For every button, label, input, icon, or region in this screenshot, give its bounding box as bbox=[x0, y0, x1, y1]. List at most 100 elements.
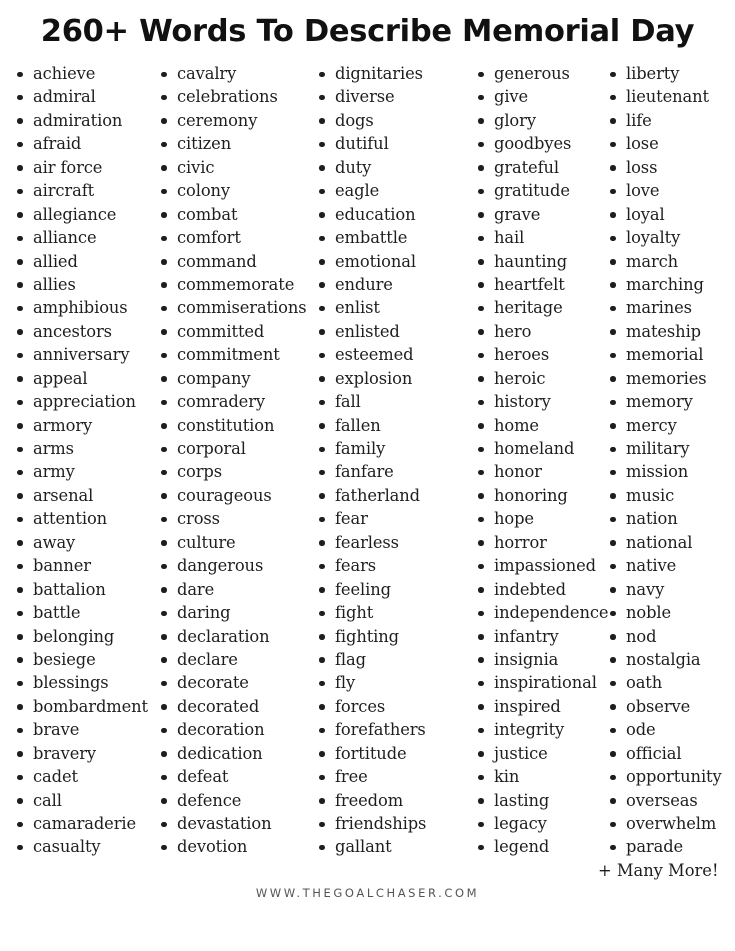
bullet-icon bbox=[17, 352, 23, 359]
word-text: justice bbox=[494, 743, 548, 763]
word-list-item: forces bbox=[319, 695, 426, 718]
bullet-icon bbox=[478, 118, 484, 124]
word-text: celebrations bbox=[177, 87, 278, 107]
word-text: heritage bbox=[494, 298, 563, 318]
word-list-item: fear bbox=[319, 507, 426, 530]
word-list-item: mercy bbox=[610, 414, 722, 437]
word-text: arsenal bbox=[33, 485, 94, 505]
word-list-item: native bbox=[610, 554, 722, 577]
word-list-item: eagle bbox=[319, 179, 426, 202]
word-text: observe bbox=[626, 696, 691, 716]
word-text: besiege bbox=[33, 649, 96, 669]
word-text: dogs bbox=[335, 110, 374, 130]
bullet-icon bbox=[319, 71, 325, 77]
bullet-icon bbox=[319, 282, 325, 288]
word-text: endure bbox=[335, 274, 393, 294]
word-list-item: duty bbox=[319, 156, 426, 179]
word-list-item: honor bbox=[478, 460, 608, 483]
word-list-item: marines bbox=[610, 296, 722, 319]
bullet-icon bbox=[319, 751, 325, 757]
word-text: call bbox=[33, 790, 62, 810]
bullet-icon bbox=[478, 680, 484, 687]
bullet-icon bbox=[161, 751, 167, 757]
bullet-icon bbox=[161, 399, 167, 406]
bullet-icon bbox=[17, 751, 23, 757]
bullet-icon bbox=[610, 165, 616, 171]
bullet-icon bbox=[319, 774, 325, 781]
bullet-icon bbox=[319, 376, 325, 382]
word-list-item: insignia bbox=[478, 648, 608, 671]
word-text: memorial bbox=[626, 345, 704, 365]
bullet-icon bbox=[319, 235, 325, 242]
word-list-item: fears bbox=[319, 554, 426, 577]
word-text: indebted bbox=[494, 579, 566, 599]
bullet-icon bbox=[17, 704, 23, 710]
bullet-icon bbox=[478, 727, 484, 734]
bullet-icon bbox=[478, 704, 484, 710]
bullet-icon bbox=[161, 165, 167, 171]
word-list-item: love bbox=[610, 179, 722, 202]
word-list-item: battle bbox=[17, 601, 148, 624]
bullet-icon bbox=[610, 212, 616, 218]
word-text: infantry bbox=[494, 626, 559, 646]
bullet-icon bbox=[319, 423, 325, 429]
word-list-item: admiral bbox=[17, 85, 148, 108]
bullet-icon bbox=[610, 399, 616, 406]
word-text: achieve bbox=[33, 64, 96, 83]
word-list-item: glory bbox=[478, 109, 608, 132]
bullet-icon bbox=[478, 469, 484, 476]
bullet-icon bbox=[478, 493, 484, 499]
word-list-item: navy bbox=[610, 578, 722, 601]
word-list-item: amphibious bbox=[17, 296, 148, 319]
bullet-icon bbox=[319, 821, 325, 827]
word-text: battle bbox=[33, 603, 81, 623]
word-text: admiral bbox=[33, 87, 96, 107]
word-list-item: combat bbox=[161, 203, 306, 226]
bullet-icon bbox=[17, 774, 23, 781]
bullet-icon bbox=[610, 540, 616, 546]
word-list-item: away bbox=[17, 531, 148, 554]
bullet-icon bbox=[610, 188, 616, 195]
word-list-item: lasting bbox=[478, 789, 608, 812]
word-text: ceremony bbox=[177, 110, 258, 130]
bullet-icon bbox=[610, 141, 616, 148]
word-list-item: parade bbox=[610, 835, 722, 858]
word-text: dare bbox=[177, 579, 215, 599]
word-text: committed bbox=[177, 321, 265, 341]
word-list-item: esteemed bbox=[319, 343, 426, 366]
word-text: national bbox=[626, 532, 693, 552]
bullet-icon bbox=[17, 516, 23, 523]
word-list-item: independence bbox=[478, 601, 608, 624]
word-text: dedication bbox=[177, 743, 263, 763]
bullet-icon bbox=[17, 657, 23, 663]
bullet-icon bbox=[17, 844, 23, 851]
word-text: courageous bbox=[177, 485, 272, 505]
bullet-icon bbox=[161, 680, 167, 687]
word-list-item: heartfelt bbox=[478, 273, 608, 296]
bullet-icon bbox=[17, 329, 23, 335]
bullet-icon bbox=[17, 634, 23, 640]
word-text: appreciation bbox=[33, 392, 136, 412]
word-list-item: diverse bbox=[319, 85, 426, 108]
bullet-icon bbox=[161, 516, 167, 523]
word-list-item: decorated bbox=[161, 695, 306, 718]
word-text: corps bbox=[177, 462, 222, 482]
word-list-item: ode bbox=[610, 718, 722, 741]
word-text: appeal bbox=[33, 368, 88, 388]
bullet-icon bbox=[161, 727, 167, 734]
word-text: marching bbox=[626, 274, 704, 294]
word-list-item: forefathers bbox=[319, 718, 426, 741]
word-list-item: explosion bbox=[319, 367, 426, 390]
bullet-icon bbox=[319, 446, 325, 452]
word-text: fortitude bbox=[335, 743, 407, 763]
bullet-icon bbox=[17, 727, 23, 734]
word-text: declare bbox=[177, 649, 238, 669]
word-list-item: celebrations bbox=[161, 85, 306, 108]
word-list-item: alliance bbox=[17, 226, 148, 249]
word-text: embattle bbox=[335, 228, 408, 248]
word-list-item: declare bbox=[161, 648, 306, 671]
word-text: duty bbox=[335, 157, 372, 177]
word-text: declaration bbox=[177, 626, 270, 646]
word-text: esteemed bbox=[335, 345, 414, 365]
word-list-item: hope bbox=[478, 507, 608, 530]
